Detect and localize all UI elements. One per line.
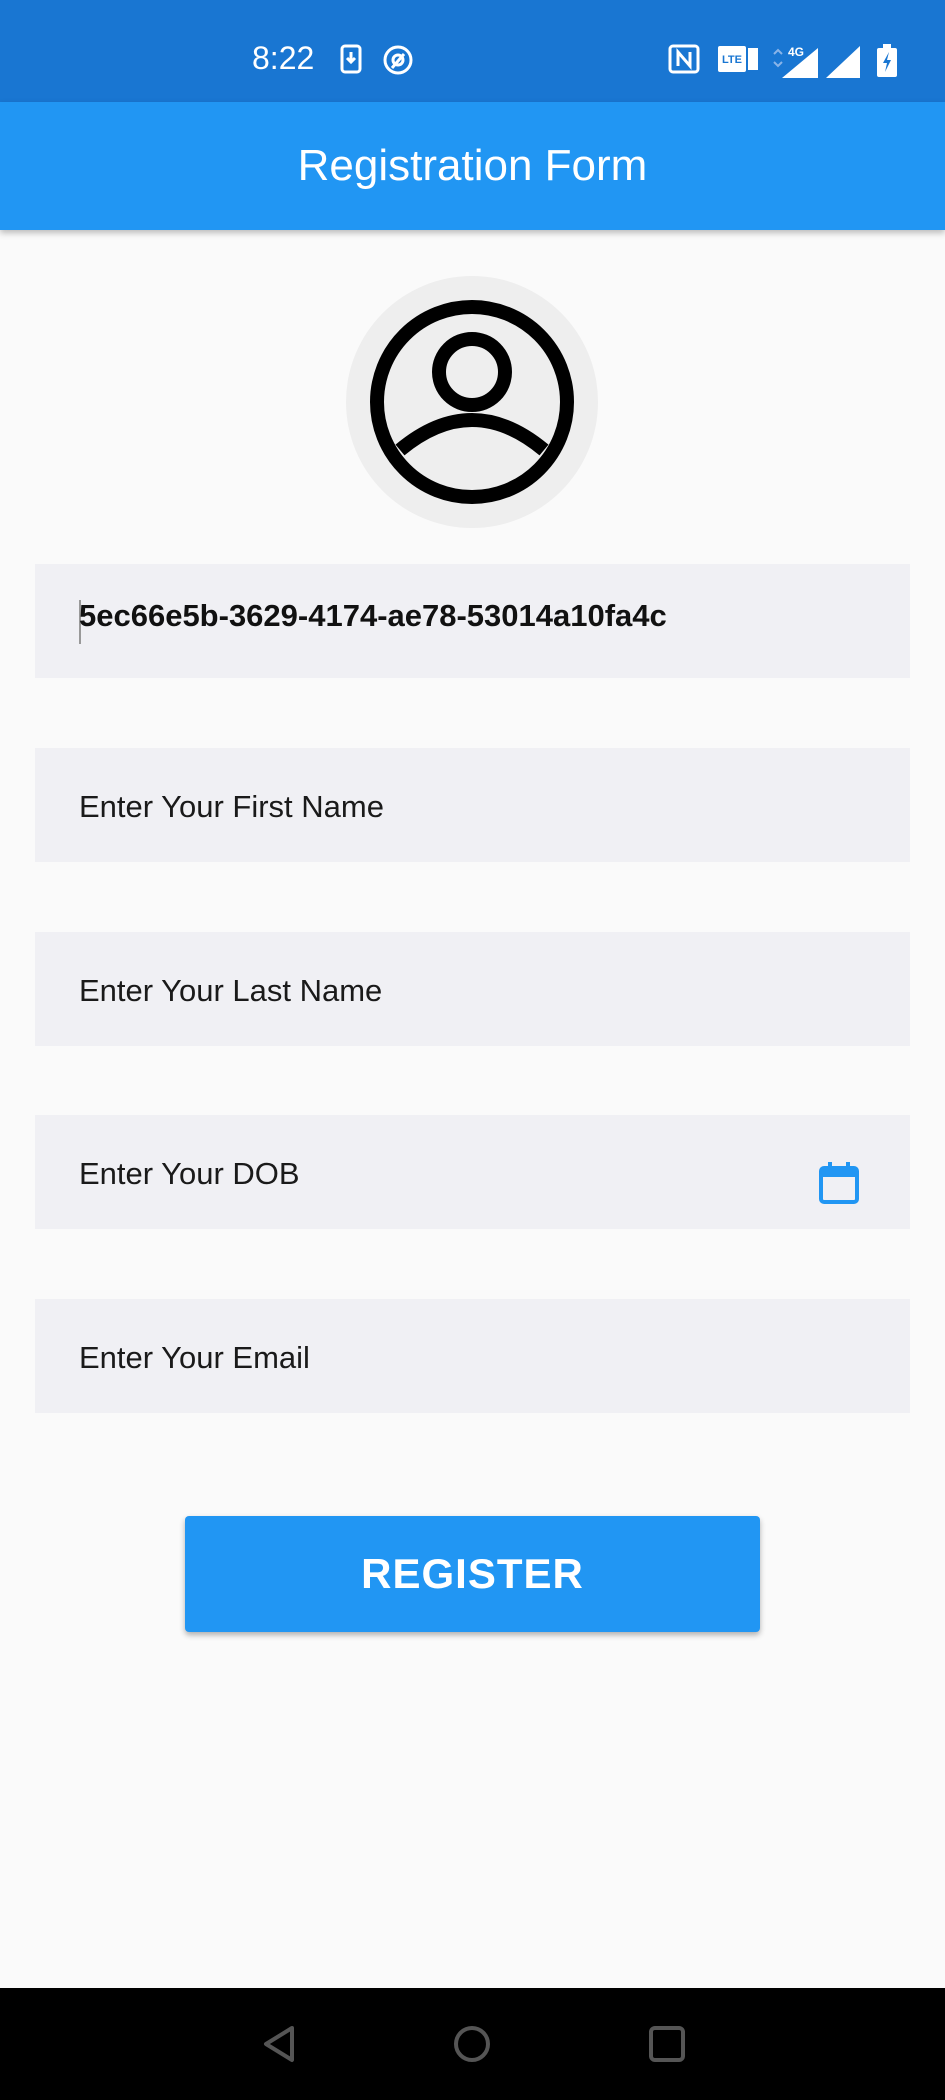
signal-4g-icon: 4G — [770, 44, 818, 83]
last-name-input[interactable] — [79, 966, 839, 1016]
last-name-field[interactable] — [35, 932, 910, 1046]
svg-text:4G: 4G — [788, 45, 804, 59]
nfc-icon — [668, 44, 700, 79]
svg-text:LTE: LTE — [722, 54, 742, 66]
page-title: Registration Form — [297, 141, 648, 190]
first-name-field[interactable] — [35, 748, 910, 862]
avatar[interactable] — [346, 276, 598, 528]
back-icon[interactable] — [230, 1988, 330, 2100]
dob-input[interactable] — [79, 1149, 839, 1199]
id-field[interactable]: 5ec66e5b-3629-4174-ae78-53014a10fa4c — [35, 564, 910, 678]
download-icon — [340, 44, 362, 79]
email-input[interactable] — [79, 1333, 839, 1383]
first-name-input[interactable] — [79, 782, 839, 832]
id-value: 5ec66e5b-3629-4174-ae78-53014a10fa4c — [79, 598, 667, 633]
status-bar: 8:22 LTE 4G — [0, 0, 945, 102]
email-field[interactable] — [35, 1299, 910, 1413]
register-button[interactable]: REGISTER — [185, 1516, 760, 1632]
home-icon[interactable] — [422, 1988, 522, 2100]
dob-field[interactable] — [35, 1115, 910, 1229]
navigation-bar — [0, 1988, 945, 2100]
at-sign-icon — [382, 44, 414, 81]
battery-charging-icon — [876, 44, 898, 83]
recents-icon[interactable] — [617, 1988, 717, 2100]
app-bar: Registration Form — [0, 102, 945, 230]
account-circle-icon — [370, 300, 574, 504]
volte-icon: LTE — [716, 44, 760, 79]
calendar-icon[interactable] — [818, 1161, 860, 1210]
status-time: 8:22 — [252, 40, 315, 76]
signal-icon — [826, 44, 862, 83]
